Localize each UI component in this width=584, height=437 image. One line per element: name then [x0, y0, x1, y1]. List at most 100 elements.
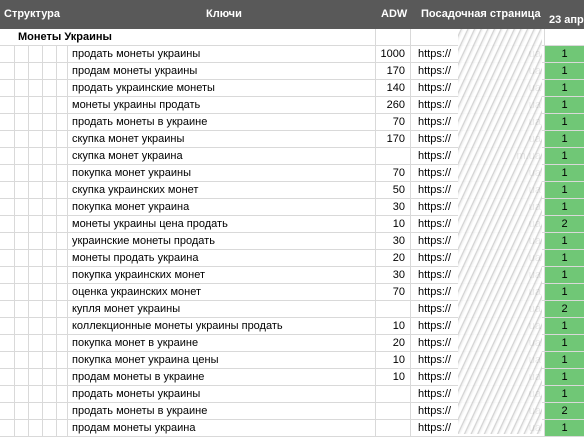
structure-cell[interactable] [57, 335, 68, 352]
structure-cell[interactable] [57, 386, 68, 403]
adw-cell[interactable] [376, 386, 411, 403]
keyword-cell[interactable]: покупка украинских монет [68, 267, 376, 284]
header-landing-page[interactable]: Посадочная страница [421, 8, 541, 20]
keyword-cell[interactable]: покупка монет украины [68, 165, 376, 182]
structure-cell[interactable] [15, 46, 29, 63]
keyword-cell[interactable]: скупка украинских монет [68, 182, 376, 199]
structure-cell[interactable] [43, 284, 57, 301]
structure-cell[interactable] [57, 131, 68, 148]
adw-cell[interactable] [376, 420, 411, 437]
structure-cell[interactable] [29, 386, 43, 403]
structure-cell[interactable] [0, 97, 15, 114]
structure-cell[interactable] [15, 80, 29, 97]
structure-cell[interactable] [29, 131, 43, 148]
date-value-cell[interactable]: 1 [545, 284, 584, 301]
structure-cell[interactable] [57, 63, 68, 80]
structure-cell[interactable] [29, 403, 43, 420]
adw-cell[interactable]: 140 [376, 80, 411, 97]
keyword-cell[interactable]: продам монеты в украине [68, 369, 376, 386]
structure-cell[interactable] [0, 46, 15, 63]
structure-cell[interactable] [15, 148, 29, 165]
structure-cell[interactable] [29, 63, 43, 80]
date-value-cell[interactable]: 1 [545, 199, 584, 216]
structure-cell[interactable] [0, 114, 15, 131]
keyword-cell[interactable]: покупка монет украина [68, 199, 376, 216]
structure-cell[interactable] [29, 250, 43, 267]
group-val-cell[interactable] [545, 29, 584, 46]
structure-cell[interactable] [0, 182, 15, 199]
structure-cell[interactable] [15, 97, 29, 114]
date-value-cell[interactable]: 1 [545, 318, 584, 335]
structure-cell[interactable] [43, 335, 57, 352]
header-keys[interactable]: Ключи [206, 8, 242, 20]
structure-cell[interactable] [43, 97, 57, 114]
structure-cell[interactable] [57, 80, 68, 97]
structure-cell[interactable] [29, 114, 43, 131]
structure-cell[interactable] [15, 233, 29, 250]
structure-cell[interactable] [15, 284, 29, 301]
structure-cell[interactable] [0, 284, 15, 301]
structure-cell[interactable] [0, 165, 15, 182]
structure-cell[interactable] [43, 46, 57, 63]
structure-cell[interactable] [43, 216, 57, 233]
structure-cell[interactable] [29, 216, 43, 233]
keyword-cell[interactable]: продать монеты украины [68, 46, 376, 63]
structure-cell[interactable] [57, 148, 68, 165]
structure-cell[interactable] [29, 182, 43, 199]
keyword-cell[interactable]: украинские монеты продать [68, 233, 376, 250]
adw-cell[interactable] [376, 301, 411, 318]
date-value-cell[interactable]: 1 [545, 267, 584, 284]
structure-cell[interactable] [0, 80, 15, 97]
group-cell[interactable]: Монеты Украины [0, 29, 376, 46]
structure-cell[interactable] [43, 386, 57, 403]
structure-cell[interactable] [57, 182, 68, 199]
adw-cell[interactable]: 10 [376, 369, 411, 386]
structure-cell[interactable] [57, 318, 68, 335]
structure-cell[interactable] [57, 284, 68, 301]
structure-cell[interactable] [57, 199, 68, 216]
structure-cell[interactable] [43, 301, 57, 318]
date-value-cell[interactable]: 1 [545, 131, 584, 148]
date-value-cell[interactable]: 1 [545, 182, 584, 199]
keyword-cell[interactable]: скупка монет украина [68, 148, 376, 165]
structure-cell[interactable] [0, 369, 15, 386]
structure-cell[interactable] [57, 403, 68, 420]
date-value-cell[interactable]: 1 [545, 352, 584, 369]
structure-cell[interactable] [43, 199, 57, 216]
structure-cell[interactable] [0, 199, 15, 216]
date-value-cell[interactable]: 1 [545, 148, 584, 165]
adw-cell[interactable] [376, 148, 411, 165]
adw-cell[interactable]: 70 [376, 165, 411, 182]
structure-cell[interactable] [29, 352, 43, 369]
date-value-cell[interactable]: 1 [545, 250, 584, 267]
structure-cell[interactable] [43, 267, 57, 284]
structure-cell[interactable] [0, 267, 15, 284]
structure-cell[interactable] [15, 131, 29, 148]
structure-cell[interactable] [57, 420, 68, 437]
structure-cell[interactable] [43, 63, 57, 80]
adw-cell[interactable]: 70 [376, 284, 411, 301]
structure-cell[interactable] [15, 301, 29, 318]
structure-cell[interactable] [43, 182, 57, 199]
structure-cell[interactable] [15, 216, 29, 233]
structure-cell[interactable] [29, 80, 43, 97]
structure-cell[interactable] [57, 369, 68, 386]
structure-cell[interactable] [57, 352, 68, 369]
date-value-cell[interactable]: 1 [545, 46, 584, 63]
structure-cell[interactable] [15, 182, 29, 199]
keyword-cell[interactable]: продать украинские монеты [68, 80, 376, 97]
structure-cell[interactable] [29, 199, 43, 216]
structure-cell[interactable] [15, 165, 29, 182]
structure-cell[interactable] [57, 46, 68, 63]
keyword-cell[interactable]: покупка монет украина цены [68, 352, 376, 369]
structure-cell[interactable] [43, 165, 57, 182]
structure-cell[interactable] [57, 250, 68, 267]
structure-cell[interactable] [15, 403, 29, 420]
structure-cell[interactable] [43, 420, 57, 437]
structure-cell[interactable] [15, 369, 29, 386]
adw-cell[interactable]: 260 [376, 97, 411, 114]
structure-cell[interactable] [29, 267, 43, 284]
structure-cell[interactable] [43, 352, 57, 369]
group-adw-cell[interactable] [376, 29, 411, 46]
adw-cell[interactable]: 50 [376, 182, 411, 199]
